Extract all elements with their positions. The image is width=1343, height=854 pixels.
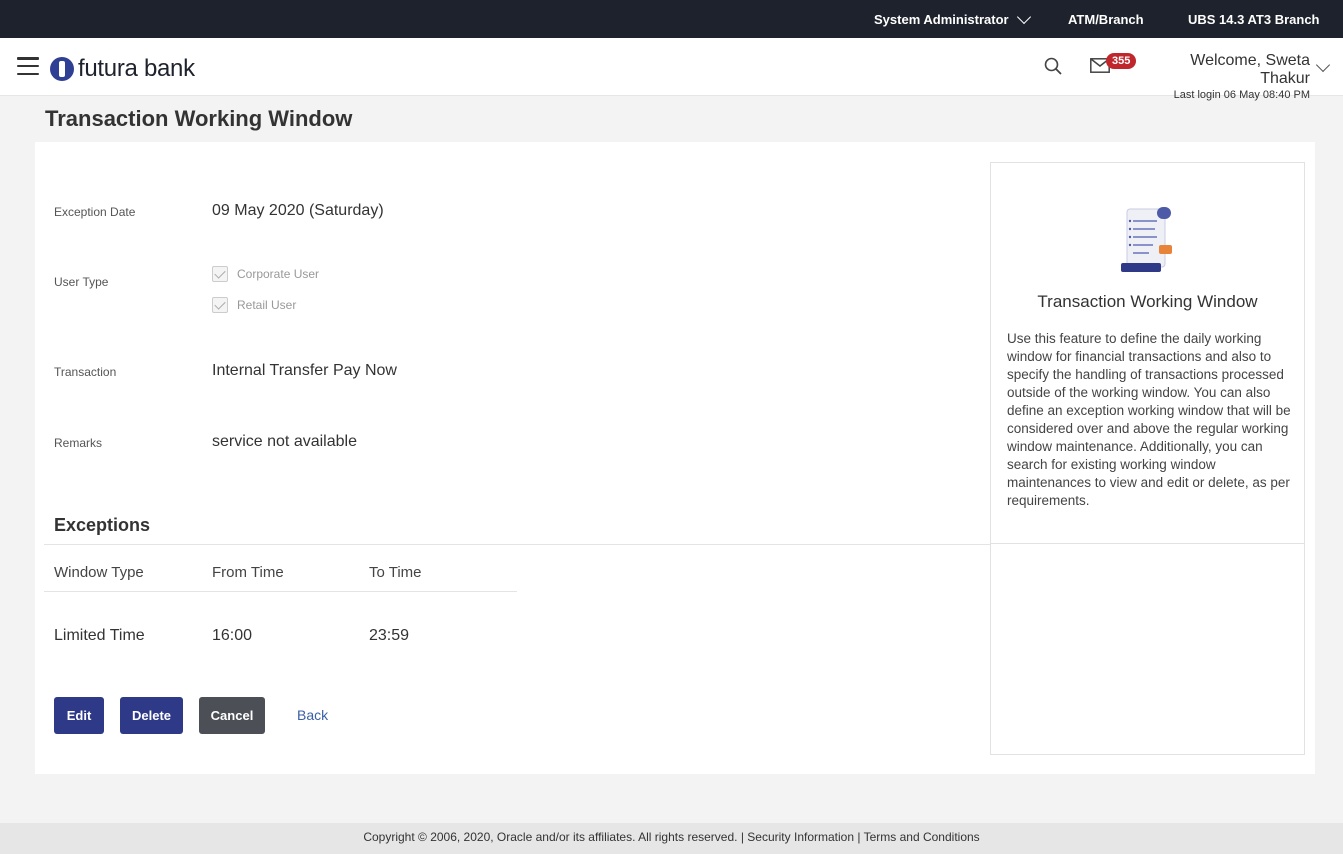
divider — [44, 544, 990, 545]
exception-date-label: Exception Date — [54, 205, 136, 219]
checkbox-checked-icon — [212, 297, 228, 313]
user-info[interactable]: Welcome, Sweta Thakur Last login 06 May … — [1142, 52, 1310, 101]
footer: Copyright © 2006, 2020, Oracle and/or it… — [0, 823, 1343, 854]
cancel-button[interactable]: Cancel — [199, 697, 265, 734]
footer-separator: | — [857, 830, 861, 844]
transaction-label: Transaction — [54, 365, 117, 379]
exceptions-title: Exceptions — [54, 515, 151, 535]
divider — [991, 543, 1304, 544]
logo-icon — [50, 57, 74, 81]
corporate-user-checkbox[interactable]: Corporate User — [212, 266, 319, 282]
remarks-label: Remarks — [54, 436, 103, 450]
last-login-text: Last login 06 May 08:40 PM — [1173, 89, 1310, 101]
copyright-text: Copyright © 2006, 2020, Oracle and/or it… — [363, 830, 738, 844]
retail-user-label: Retail User — [237, 298, 297, 312]
table-cell-window-type: Limited Time — [54, 627, 145, 644]
atm-branch-label: ATM/Branch — [1068, 12, 1144, 27]
mail-count-badge[interactable]: 355 — [1106, 53, 1137, 69]
atm-branch-link[interactable]: ATM/Branch — [1068, 12, 1144, 27]
column-header-to-time: To Time — [369, 564, 422, 581]
user-type-label: User Type — [54, 275, 109, 289]
exception-date-value: 09 May 2020 (Saturday) — [212, 202, 384, 219]
branch-link[interactable]: UBS 14.3 AT3 Branch — [1188, 12, 1320, 27]
column-header-from-time: From Time — [212, 564, 284, 581]
top-bar: System Administrator ATM/Branch UBS 14.3… — [0, 0, 1343, 38]
welcome-text: Welcome, Sweta Thakur — [1190, 52, 1310, 87]
security-information-link[interactable]: Security Information — [747, 830, 854, 844]
chevron-down-icon — [1016, 9, 1031, 24]
retail-user-checkbox[interactable]: Retail User — [212, 297, 296, 313]
search-icon[interactable] — [1044, 57, 1062, 75]
table-cell-from-time: 16:00 — [212, 627, 253, 644]
help-title: Transaction Working Window — [1037, 292, 1258, 311]
header: futura bank 355 Welcome, Sweta Thakur La… — [0, 38, 1343, 101]
chevron-down-icon[interactable] — [1315, 57, 1331, 73]
footer-separator: | — [740, 830, 744, 844]
column-header-window-type: Window Type — [54, 564, 144, 581]
back-link[interactable]: Back — [297, 707, 328, 723]
menu-icon[interactable] — [17, 57, 39, 75]
role-label: System Administrator — [874, 12, 1009, 27]
logo[interactable]: futura bank — [50, 55, 195, 83]
page-title: Transaction Working Window — [45, 106, 353, 131]
delete-button[interactable]: Delete — [120, 697, 183, 734]
divider — [44, 591, 517, 592]
edit-button[interactable]: Edit — [54, 697, 104, 734]
branch-label: UBS 14.3 AT3 Branch — [1188, 12, 1320, 27]
table-cell-to-time: 23:59 — [369, 627, 410, 644]
remarks-value: service not available — [212, 433, 357, 450]
corporate-user-label: Corporate User — [237, 267, 320, 281]
role-dropdown[interactable]: System Administrator — [874, 9, 1031, 27]
help-panel: Transaction Working Window Use this feat… — [990, 162, 1305, 755]
transaction-value: Internal Transfer Pay Now — [212, 362, 397, 379]
document-icon — [1121, 207, 1172, 272]
terms-and-conditions-link[interactable]: Terms and Conditions — [864, 830, 980, 844]
logo-text: futura bank — [78, 55, 195, 82]
help-text: Use this feature to define the daily wor… — [1007, 331, 1291, 508]
checkbox-checked-icon — [212, 266, 228, 282]
